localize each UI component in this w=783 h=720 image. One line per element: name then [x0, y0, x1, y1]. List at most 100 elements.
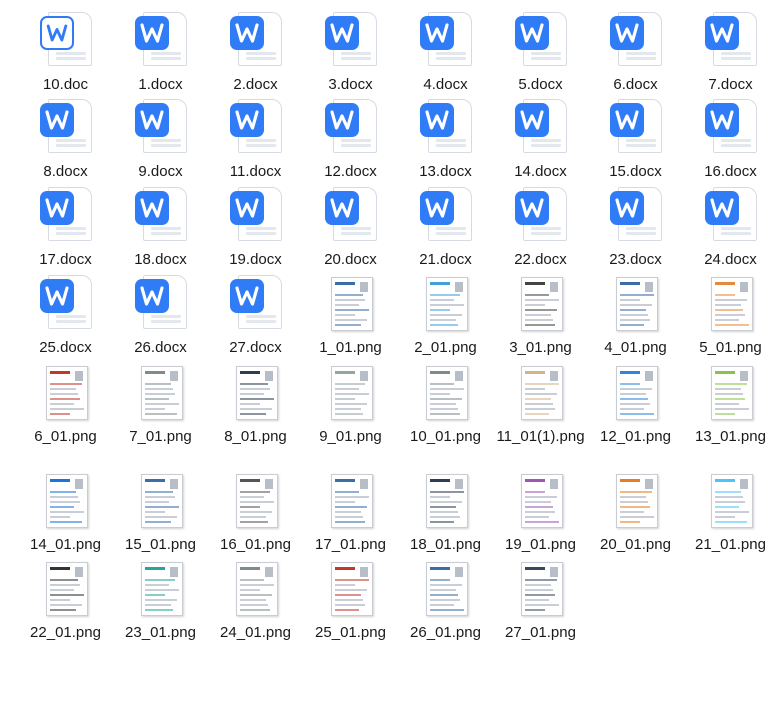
- file-item[interactable]: 23.docx: [588, 185, 683, 269]
- file-item[interactable]: 16_01.png: [208, 470, 303, 554]
- file-item[interactable]: 12.docx: [303, 97, 398, 181]
- file-grid: 10.doc 1.docx 2.docx 3.docx 4.docx 5.docx 6.do…: [0, 0, 783, 720]
- file-name-label: 2_01.png: [414, 339, 477, 356]
- file-name-label: 4_01.png: [604, 339, 667, 356]
- file-name-label: 27_01.png: [505, 624, 576, 641]
- file-item[interactable]: 11_01(1).png: [493, 362, 588, 446]
- file-item[interactable]: 1.docx: [113, 10, 208, 94]
- word-document-icon: [319, 185, 383, 249]
- file-name-label: 15_01.png: [125, 536, 196, 553]
- image-thumbnail: [319, 470, 383, 534]
- image-thumbnail: [509, 470, 573, 534]
- file-name-label: 20.docx: [324, 251, 377, 268]
- image-thumbnail: [414, 362, 478, 426]
- file-item[interactable]: 15_01.png: [113, 470, 208, 554]
- file-name-label: 18.docx: [134, 251, 187, 268]
- file-name-label: 7_01.png: [129, 428, 192, 445]
- word-document-icon: [34, 10, 98, 74]
- file-item[interactable]: 11.docx: [208, 97, 303, 181]
- file-item[interactable]: 22.docx: [493, 185, 588, 269]
- file-item[interactable]: 12_01.png: [588, 362, 683, 446]
- file-item[interactable]: 3.docx: [303, 10, 398, 94]
- word-document-icon: [509, 185, 573, 249]
- file-item[interactable]: 21.docx: [398, 185, 493, 269]
- image-thumbnail: [224, 470, 288, 534]
- file-item[interactable]: 9_01.png: [303, 362, 398, 446]
- file-item[interactable]: 20_01.png: [588, 470, 683, 554]
- file-name-label: 21_01.png: [695, 536, 766, 553]
- image-thumbnail: [129, 470, 193, 534]
- file-item[interactable]: 21_01.png: [683, 470, 778, 554]
- file-name-label: 7.docx: [708, 76, 753, 93]
- file-item[interactable]: 17.docx: [18, 185, 113, 269]
- file-item[interactable]: 20.docx: [303, 185, 398, 269]
- file-item[interactable]: 15.docx: [588, 97, 683, 181]
- file-item[interactable]: 3_01.png: [493, 273, 588, 357]
- file-item[interactable]: 5.docx: [493, 10, 588, 94]
- file-item[interactable]: 16.docx: [683, 97, 778, 181]
- word-document-icon: [129, 273, 193, 337]
- file-item[interactable]: 7_01.png: [113, 362, 208, 446]
- word-document-icon: [129, 10, 193, 74]
- file-name-label: 16.docx: [704, 163, 757, 180]
- file-item[interactable]: 10_01.png: [398, 362, 493, 446]
- image-thumbnail: [604, 273, 668, 337]
- file-item[interactable]: 24_01.png: [208, 558, 303, 642]
- file-name-label: 19_01.png: [505, 536, 576, 553]
- file-item[interactable]: 24.docx: [683, 185, 778, 269]
- file-item[interactable]: 18_01.png: [398, 470, 493, 554]
- file-name-label: 25.docx: [39, 339, 92, 356]
- file-name-label: 5.docx: [518, 76, 563, 93]
- file-name-label: 10.doc: [42, 76, 89, 93]
- file-item[interactable]: 19_01.png: [493, 470, 588, 554]
- file-item[interactable]: 22_01.png: [18, 558, 113, 642]
- file-item[interactable]: 4.docx: [398, 10, 493, 94]
- file-name-label: 23_01.png: [125, 624, 196, 641]
- file-name-label: 16_01.png: [220, 536, 291, 553]
- file-name-label: 8_01.png: [224, 428, 287, 445]
- file-name-label: 11_01(1).png: [496, 428, 585, 445]
- file-item[interactable]: 25.docx: [18, 273, 113, 357]
- file-name-label: 9_01.png: [319, 428, 382, 445]
- file-item[interactable]: 1_01.png: [303, 273, 398, 357]
- file-item[interactable]: 10.doc: [18, 10, 113, 94]
- file-item[interactable]: 8.docx: [18, 97, 113, 181]
- file-item[interactable]: 7.docx: [683, 10, 778, 94]
- file-name-label: 1.docx: [138, 76, 183, 93]
- file-item[interactable]: 14.docx: [493, 97, 588, 181]
- file-item[interactable]: 17_01.png: [303, 470, 398, 554]
- file-name-label: 22.docx: [514, 251, 567, 268]
- file-item[interactable]: 9.docx: [113, 97, 208, 181]
- file-name-label: 24.docx: [704, 251, 757, 268]
- file-name-label: 5_01.png: [699, 339, 762, 356]
- file-item[interactable]: 5_01.png: [683, 273, 778, 357]
- file-item[interactable]: 2_01.png: [398, 273, 493, 357]
- word-document-icon: [319, 10, 383, 74]
- file-item[interactable]: 26_01.png: [398, 558, 493, 642]
- file-item[interactable]: 8_01.png: [208, 362, 303, 446]
- file-item[interactable]: 18.docx: [113, 185, 208, 269]
- file-name-label: 20_01.png: [600, 536, 671, 553]
- file-item[interactable]: 6.docx: [588, 10, 683, 94]
- file-item[interactable]: 25_01.png: [303, 558, 398, 642]
- word-document-icon: [604, 97, 668, 161]
- file-item[interactable]: 6_01.png: [18, 362, 113, 446]
- file-item[interactable]: 26.docx: [113, 273, 208, 357]
- file-item[interactable]: 23_01.png: [113, 558, 208, 642]
- file-item[interactable]: 2.docx: [208, 10, 303, 94]
- file-item[interactable]: 27.docx: [208, 273, 303, 357]
- file-item[interactable]: 27_01.png: [493, 558, 588, 642]
- image-thumbnail: [509, 273, 573, 337]
- image-thumbnail: [509, 362, 573, 426]
- file-name-label: 12.docx: [324, 163, 377, 180]
- file-item[interactable]: 19.docx: [208, 185, 303, 269]
- file-name-label: 15.docx: [609, 163, 662, 180]
- file-item[interactable]: 4_01.png: [588, 273, 683, 357]
- file-name-label: 1_01.png: [319, 339, 382, 356]
- file-item[interactable]: 14_01.png: [18, 470, 113, 554]
- file-item[interactable]: 13.docx: [398, 97, 493, 181]
- word-document-icon: [509, 97, 573, 161]
- file-name-label: 27.docx: [229, 339, 282, 356]
- file-item[interactable]: 13_01.png: [683, 362, 778, 446]
- image-thumbnail: [34, 470, 98, 534]
